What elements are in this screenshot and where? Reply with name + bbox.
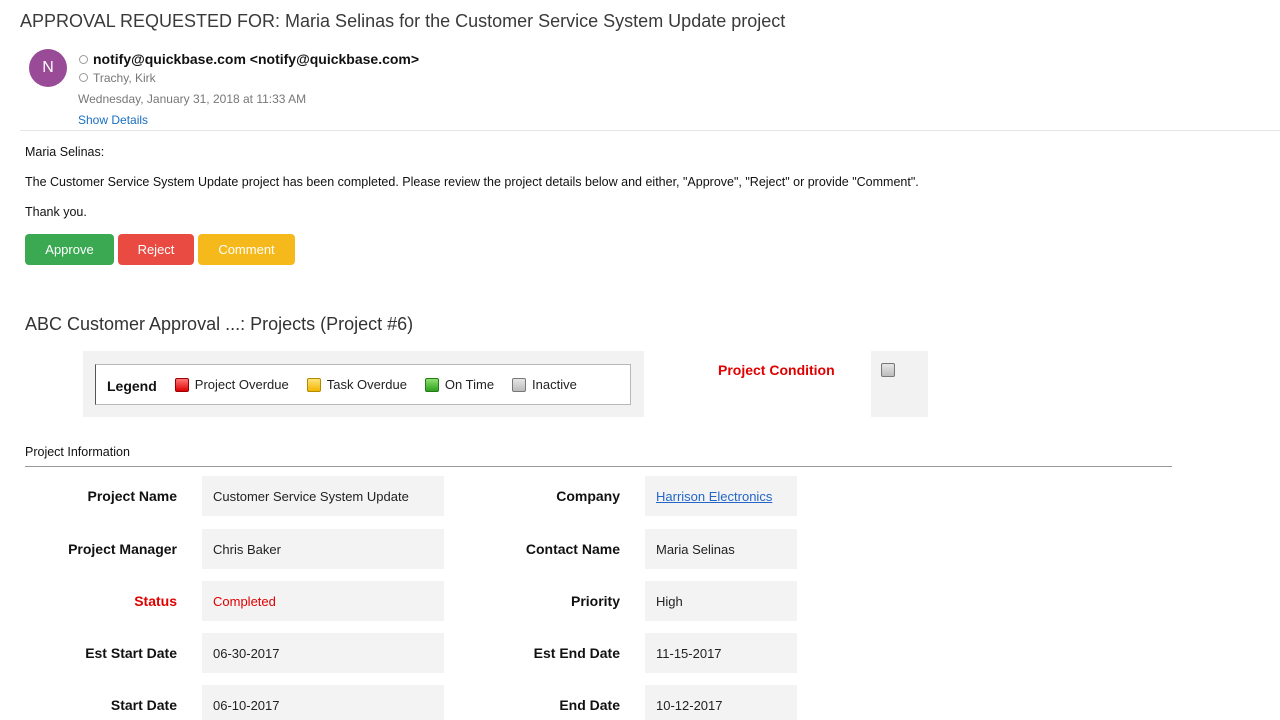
recipient-name: Trachy, Kirk — [93, 71, 156, 85]
section-title: Project Information — [25, 445, 130, 459]
yellow-status-icon — [306, 377, 321, 392]
project-name-value: Customer Service System Update — [202, 476, 444, 516]
approve-button[interactable]: Approve — [25, 234, 114, 265]
sender-address-text: notify@quickbase.com <notify@quickbase.c… — [93, 51, 420, 67]
email-date: Wednesday, January 31, 2018 at 11:33 AM — [78, 92, 307, 106]
legend-item-project-overdue: Project Overdue — [174, 377, 289, 392]
contact-name-value: Maria Selinas — [645, 529, 797, 569]
sender-address: notify@quickbase.com <notify@quickbase.c… — [79, 51, 419, 67]
legend-title: Legend — [107, 378, 157, 394]
section-divider — [25, 466, 1172, 467]
reject-button[interactable]: Reject — [118, 234, 194, 265]
sender-avatar: N — [29, 49, 67, 87]
est-end-date-label: Est End Date — [533, 645, 620, 661]
greeting: Maria Selinas: — [25, 145, 105, 159]
project-name-label: Project Name — [87, 488, 177, 504]
project-manager-value: Chris Baker — [202, 529, 444, 569]
priority-label: Priority — [570, 593, 620, 609]
status-label: Status — [134, 593, 177, 609]
project-condition-icon — [881, 363, 895, 377]
message-text: The Customer Service System Update proje… — [25, 175, 919, 189]
legend-item-label: Task Overdue — [326, 377, 407, 392]
legend-item-on-time: On Time — [424, 377, 495, 392]
project-condition-label: Project Condition — [718, 362, 835, 378]
start-date-value: 06-10-2017 — [202, 685, 444, 720]
priority-value: High — [645, 581, 797, 621]
recipient: Trachy, Kirk — [79, 71, 156, 85]
legend-panel: Legend Project Overdue Task Overdue On T… — [83, 351, 644, 417]
email-subject: APPROVAL REQUESTED FOR: Maria Selinas fo… — [20, 11, 786, 31]
company-link[interactable]: Harrison Electronics — [656, 489, 772, 504]
project-condition-box — [871, 351, 928, 417]
legend-item-label: On Time — [444, 377, 495, 392]
start-date-label: Start Date — [110, 697, 177, 713]
est-start-date-value: 06-30-2017 — [202, 633, 444, 673]
legend-item-label: Inactive — [532, 377, 577, 392]
show-details-link[interactable]: Show Details — [78, 113, 148, 127]
end-date-value: 10-12-2017 — [645, 685, 797, 720]
contact-name-label: Contact Name — [525, 541, 620, 557]
legend-item-task-overdue: Task Overdue — [306, 377, 407, 392]
est-end-date-value: 11-15-2017 — [645, 633, 797, 673]
recipient-status-icon — [79, 73, 88, 82]
red-status-icon — [174, 377, 189, 392]
project-manager-label: Project Manager — [68, 541, 177, 557]
gray-status-icon — [512, 377, 527, 392]
green-status-icon — [424, 377, 439, 392]
company-label: Company — [556, 488, 620, 504]
end-date-label: End Date — [559, 697, 620, 713]
company-value: Harrison Electronics — [645, 476, 797, 516]
est-start-date-label: Est Start Date — [85, 645, 177, 661]
comment-button[interactable]: Comment — [198, 234, 295, 265]
legend: Legend Project Overdue Task Overdue On T… — [95, 364, 631, 405]
status-value: Completed — [202, 581, 444, 621]
legend-item-inactive: Inactive — [512, 377, 577, 392]
app-title: ABC Customer Approval ...: Projects (Pro… — [25, 314, 414, 334]
email-header: N notify@quickbase.com <notify@quickbase… — [20, 42, 1280, 131]
legend-item-label: Project Overdue — [194, 377, 289, 392]
closing-text: Thank you. — [25, 205, 87, 219]
sender-status-icon — [79, 55, 88, 64]
